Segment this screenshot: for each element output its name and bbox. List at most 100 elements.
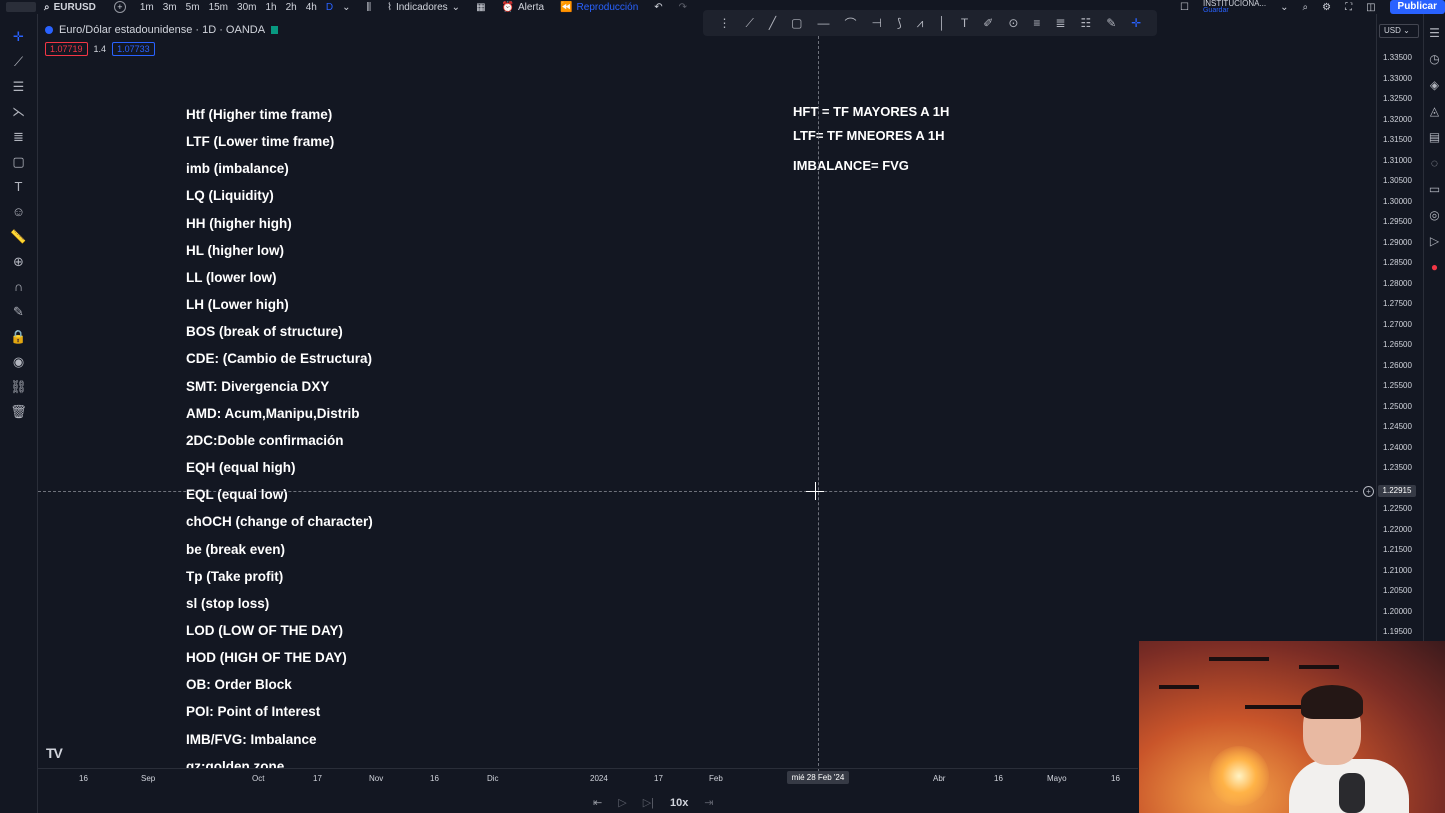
vertical-line-icon[interactable]: │ — [938, 16, 946, 30]
text-icon[interactable]: T — [10, 178, 28, 195]
interval-1m[interactable]: 1m — [140, 2, 154, 13]
watchlist-icon[interactable]: ☰ — [1429, 26, 1440, 40]
add-alert-icon[interactable]: + — [1363, 486, 1374, 497]
interval-3m[interactable]: 3m — [163, 2, 177, 13]
drag-handle-icon[interactable]: ⋮ — [719, 16, 731, 30]
horizontal-line-icon[interactable]: — — [817, 16, 829, 30]
price-tick: 1.22500 — [1383, 504, 1412, 513]
glossary-text-drawing[interactable]: Htf (Higher time frame) LTF (Lower time f… — [186, 106, 506, 768]
fib-extension-icon[interactable]: ≣ — [1055, 16, 1065, 30]
price-tick: 1.27500 — [1383, 299, 1412, 308]
jump-to-start-icon[interactable]: ⇤ — [593, 796, 602, 809]
lock-icon[interactable]: 🔒 — [10, 328, 28, 345]
layout-name-button[interactable]: INSTITUCIONA... Guardar — [1203, 0, 1266, 14]
brush-icon[interactable]: ✐ — [983, 16, 993, 30]
interval-4h[interactable]: 4h — [306, 2, 317, 13]
crosshair-icon[interactable]: ✛ — [1131, 16, 1141, 30]
eye-icon[interactable]: ◉ — [10, 353, 28, 370]
circle-icon[interactable]: ⊙ — [1008, 16, 1018, 30]
publish-button[interactable]: Publicar — [1389, 0, 1445, 14]
ideas-icon[interactable]: ◬ — [1430, 104, 1439, 118]
chart-legend[interactable]: Euro/Dólar estadounidense · 1D · OANDA — [45, 24, 279, 36]
layout-name: INSTITUCIONA... — [1202, 0, 1267, 8]
time-tick: Mayo — [1047, 774, 1067, 783]
text-icon[interactable]: T — [961, 16, 968, 30]
horizontal-lines-icon[interactable]: ☰ — [10, 78, 28, 95]
gear-icon[interactable]: ⚙ — [1322, 2, 1331, 13]
interval-5m[interactable]: 5m — [186, 2, 200, 13]
interval-dropdown-icon[interactable]: ⌄ — [342, 2, 350, 13]
link-icon[interactable]: ⛓ — [10, 378, 28, 395]
tradingview-logo[interactable] — [6, 2, 36, 12]
play-icon[interactable]: ▷ — [618, 796, 626, 809]
polyline-icon[interactable]: ⟆ — [897, 16, 902, 30]
interval-1h[interactable]: 1h — [265, 2, 276, 13]
trash-icon[interactable]: 🗑 — [10, 403, 28, 420]
microphone-icon — [1339, 773, 1365, 813]
ray-icon[interactable]: ⟋ — [746, 16, 754, 31]
magnet-icon[interactable]: ∩ — [10, 278, 28, 295]
jump-to-realtime-icon[interactable]: ⇥ — [704, 796, 713, 809]
long-position-icon[interactable]: ☷ — [1080, 16, 1091, 30]
note-imbalance: IMBALANCE= FVG — [793, 158, 909, 173]
camera-icon[interactable]: ◫ — [1366, 2, 1375, 13]
interval-d[interactable]: D — [326, 2, 333, 13]
path-icon[interactable]: ⌒ — [844, 15, 856, 32]
glossary-line: Tp (Take profit) — [186, 568, 284, 584]
left-drawing-toolbar: ✛ ⟋ ☰ ⋋ ≣ ▢ T ☺ 📏 ⊕ ∩ ✎ 🔒 ◉ ⛓ 🗑 — [0, 14, 38, 813]
glossary-line: POI: Point of Interest — [186, 704, 321, 720]
clock-icon[interactable]: ◷ — [1429, 52, 1439, 66]
time-axis[interactable] — [38, 768, 1138, 786]
fib-icon[interactable]: ≣ — [10, 128, 28, 145]
time-tick: 16 — [79, 774, 88, 783]
pencil-lock-icon[interactable]: ✎ — [10, 303, 28, 320]
fullscreen-icon[interactable]: ⛶ — [1345, 2, 1352, 13]
interval-15m[interactable]: 15m — [209, 2, 228, 13]
chevron-down-icon[interactable]: ⌄ — [1280, 2, 1288, 13]
ruler-icon[interactable]: 📏 — [10, 228, 28, 245]
interval-2h[interactable]: 2h — [286, 2, 297, 13]
layout-checkbox-icon[interactable]: ☐ — [1180, 2, 1189, 13]
layout-grid-button[interactable]: ▦ — [476, 2, 485, 13]
redo-button[interactable]: ↷ — [679, 2, 687, 13]
zoom-in-icon[interactable]: ⊕ — [10, 253, 28, 270]
lightbulb-icon[interactable]: ◌ — [1431, 156, 1438, 170]
rectangle-icon[interactable]: ▢ — [10, 153, 28, 170]
emoji-icon[interactable]: ☺ — [10, 203, 28, 220]
buy-price[interactable]: 1.07733 — [112, 42, 155, 56]
layers-icon[interactable]: ◈ — [1430, 78, 1439, 92]
sell-price[interactable]: 1.07719 — [45, 42, 88, 56]
undo-button[interactable]: ↶ — [654, 2, 662, 13]
compare-add-icon[interactable]: + — [113, 1, 126, 13]
replay-speed[interactable]: 10x — [670, 797, 688, 809]
highlighter-icon[interactable]: ✎ — [1106, 16, 1116, 30]
calendar-icon[interactable]: ▤ — [1429, 130, 1440, 144]
alert-button[interactable]: ⏰ Alerta — [502, 2, 545, 13]
quick-search-icon[interactable]: ⌕ — [1303, 2, 1309, 13]
glossary-line: LOD (LOW OF THE DAY) — [186, 622, 343, 638]
line-icon[interactable]: ╱ — [769, 16, 776, 30]
pitchfork-icon[interactable]: ⋋ — [10, 103, 28, 120]
notifications-icon[interactable]: ● — [1431, 260, 1438, 274]
save-label: Guardar — [1202, 7, 1229, 14]
time-tick: 16 — [994, 774, 1003, 783]
chat-icon[interactable]: ▭ — [1429, 182, 1440, 196]
crosshair-icon[interactable]: ✛ — [10, 28, 28, 45]
currency-select[interactable]: USD ⌄ — [1379, 24, 1419, 38]
fib-retracement-icon[interactable]: ≡ — [1033, 16, 1040, 30]
symbol-search[interactable]: ⌕ EURUSD — [44, 2, 96, 13]
trend-line-icon[interactable]: ⟋ — [10, 53, 28, 70]
signal-icon[interactable]: ◎ — [1429, 208, 1439, 222]
rectangle-icon[interactable]: ▢ — [791, 16, 802, 30]
replay-button[interactable]: ⏪ Reproducción — [560, 2, 638, 13]
notes-text-drawing[interactable]: HFT = TF MAYORES A 1H LTF= TF MNEORES A … — [793, 104, 949, 173]
indicators-button[interactable]: ⌇ Indicadores ⌄ — [387, 2, 460, 13]
step-forward-icon[interactable]: ▷| — [643, 796, 654, 809]
price-axis[interactable] — [1376, 14, 1423, 654]
play-icon[interactable]: ▷ — [1430, 234, 1439, 248]
chart-type-button[interactable]: ⫼ — [366, 2, 371, 13]
horizontal-ray-icon[interactable]: ⊣ — [872, 16, 882, 30]
zigzag-icon[interactable]: ⩘ — [917, 16, 924, 31]
interval-30m[interactable]: 30m — [237, 2, 256, 13]
glossary-line: LQ (Liquidity) — [186, 188, 274, 204]
